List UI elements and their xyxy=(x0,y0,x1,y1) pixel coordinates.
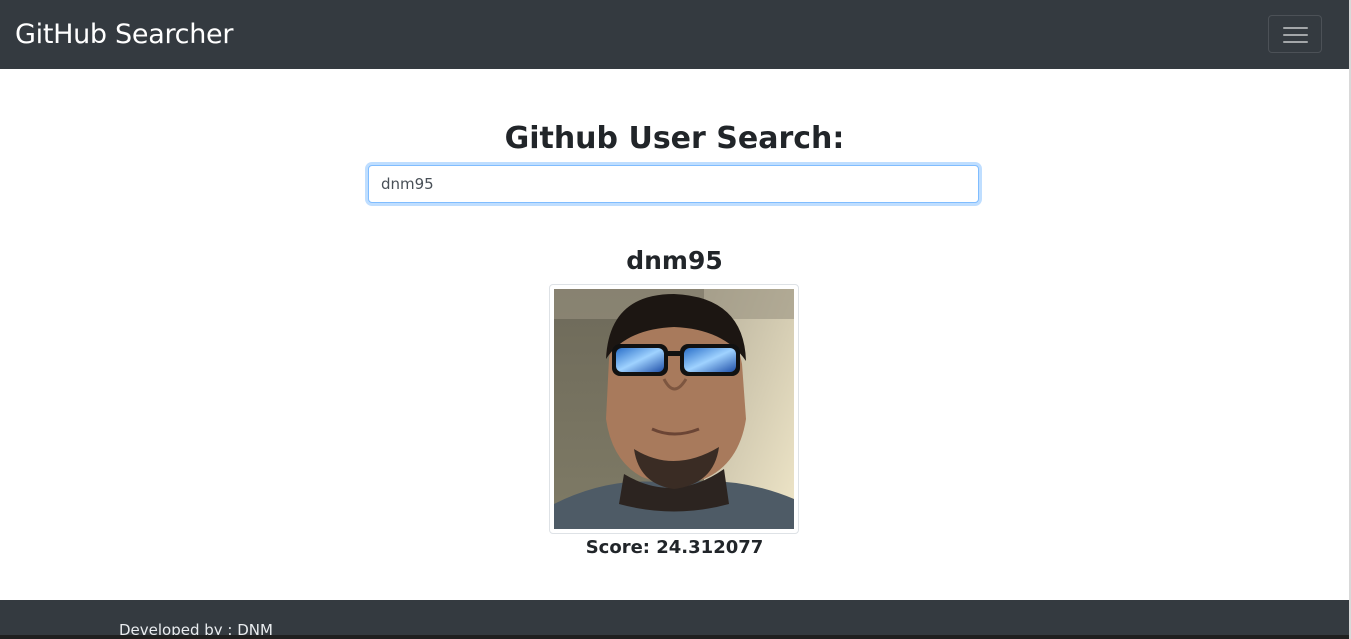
footer: Developed by : DNM xyxy=(0,600,1349,639)
navbar: GitHub Searcher xyxy=(0,0,1349,69)
navbar-toggler-button[interactable] xyxy=(1268,15,1322,53)
result-score: Score: 24.312077 xyxy=(585,537,764,558)
os-taskbar-edge xyxy=(0,635,1349,639)
user-avatar-photo xyxy=(554,289,794,529)
search-input[interactable] xyxy=(368,165,979,203)
avatar xyxy=(549,284,799,534)
navbar-brand[interactable]: GitHub Searcher xyxy=(15,17,233,53)
page: GitHub Searcher Github User Search: dnm9… xyxy=(0,0,1351,639)
search-title: Github User Search: xyxy=(504,121,845,156)
result-username: dnm95 xyxy=(626,246,723,275)
